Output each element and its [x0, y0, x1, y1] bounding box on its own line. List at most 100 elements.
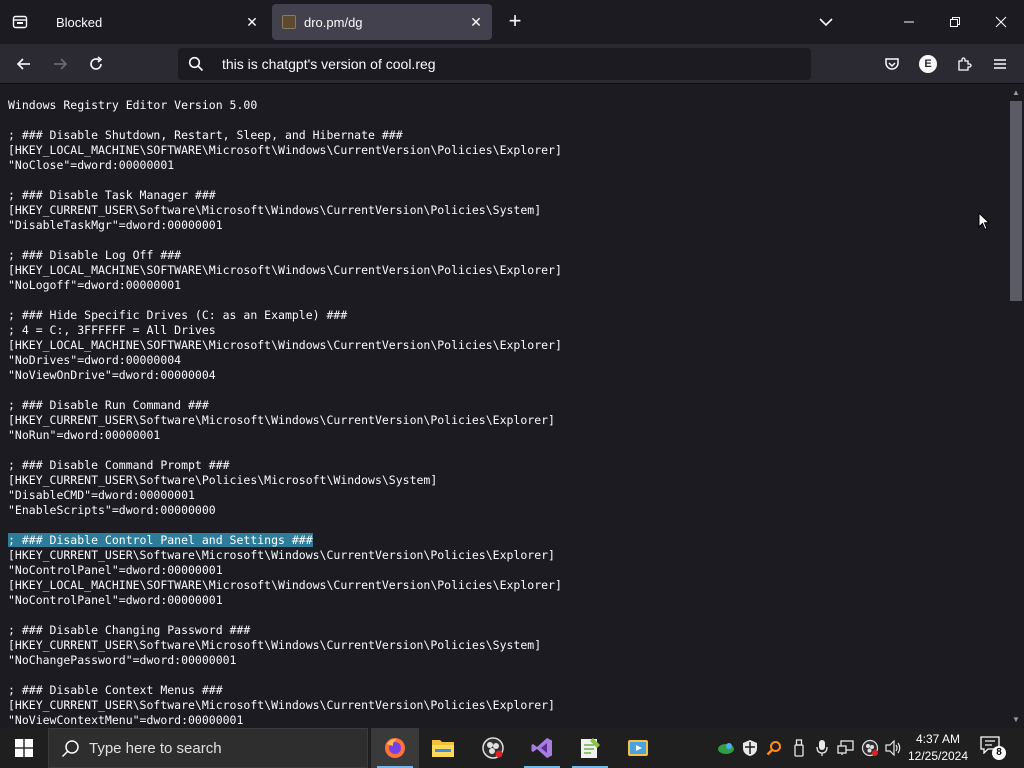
notepad-plus-icon	[581, 738, 600, 758]
line-text: "NoRun"=dword:00000001	[8, 428, 161, 442]
line-text: [HKEY_LOCAL_MACHINE\SOFTWARE\Microsoft\W…	[8, 143, 562, 157]
line-text: [HKEY_CURRENT_USER\Software\Microsoft\Wi…	[8, 203, 542, 217]
clock-date: 12/25/2024	[907, 749, 969, 763]
line-text: "DisableTaskMgr"=dword:00000001	[8, 218, 223, 232]
line-text: "EnableScripts"=dword:00000000	[8, 503, 216, 517]
mouse-pointer-icon	[978, 211, 991, 236]
taskbar-app-obs[interactable]	[469, 728, 517, 768]
document-line: "NoClose"=dword:00000001	[8, 158, 562, 173]
taskbar-app-firefox[interactable]	[371, 728, 419, 768]
document-line: [HKEY_LOCAL_MACHINE\SOFTWARE\Microsoft\W…	[8, 578, 562, 593]
document-line: "NoViewContextMenu"=dword:00000001	[8, 713, 562, 728]
url-text[interactable]: this is chatgpt's version of cool.reg	[222, 56, 436, 72]
usb-device-icon[interactable]	[790, 738, 808, 758]
line-text: "NoDrives"=dword:00000004	[8, 353, 182, 367]
line-text: [HKEY_CURRENT_USER\Software\Microsoft\Wi…	[8, 638, 542, 652]
document-line: "DisableCMD"=dword:00000001	[8, 488, 562, 503]
firefox-view-icon	[12, 15, 28, 29]
document-line: ; ### Disable Changing Password ###	[8, 623, 562, 638]
line-text: ; ### Disable Task Manager ###	[8, 188, 216, 202]
document-line: "NoLogoff"=dword:00000001	[8, 278, 562, 293]
reload-icon	[90, 56, 103, 70]
document-line: ; ### Hide Specific Drives (C: as an Exa…	[8, 308, 562, 323]
volume-icon[interactable]	[885, 738, 903, 758]
line-text: "NoControlPanel"=dword:00000001	[8, 563, 223, 577]
windows-taskbar: Type here to search 4:37 AM 12/25/2024 8	[0, 728, 1024, 768]
firefox-view-button[interactable]	[6, 8, 34, 36]
document-line: "NoRun"=dword:00000001	[8, 428, 562, 443]
scroll-down-arrow-icon[interactable]: ▼	[1012, 716, 1020, 724]
search-placeholder: Type here to search	[89, 740, 222, 757]
document-line: ; ### Disable Run Command ###	[8, 398, 562, 413]
reload-button[interactable]	[82, 52, 110, 76]
forward-button[interactable]	[46, 52, 74, 76]
network-sync-icon[interactable]	[717, 738, 735, 758]
line-text: ; ### Disable Run Command ###	[8, 398, 209, 412]
taskbar-app-file-explorer[interactable]	[419, 728, 467, 768]
line-text: Windows Registry Editor Version 5.00	[8, 98, 258, 112]
extensions-button[interactable]	[950, 52, 978, 76]
start-button[interactable]	[0, 728, 48, 768]
restore-button[interactable]	[940, 8, 970, 36]
document-line: [HKEY_CURRENT_USER\Software\Policies\Mic…	[8, 473, 562, 488]
scroll-up-arrow-icon[interactable]: ▲	[1012, 89, 1020, 97]
document-line: [HKEY_CURRENT_USER\Software\Microsoft\Wi…	[8, 698, 562, 713]
taskbar-app-visual-studio[interactable]	[518, 728, 566, 768]
document-line: "NoControlPanel"=dword:00000001	[8, 563, 562, 578]
line-text: "NoClose"=dword:00000001	[8, 158, 175, 172]
restore-icon	[950, 17, 960, 27]
document-line: ; ### Disable Context Menus ###	[8, 683, 562, 698]
taskbar-app-media-player[interactable]	[614, 728, 662, 768]
tab-blocked[interactable]: Blocked ✕	[42, 4, 268, 40]
document-line: ; 4 = C:, 3FFFFFF = All Drives	[8, 323, 562, 338]
pocket-button[interactable]	[878, 52, 906, 76]
back-button[interactable]	[10, 52, 38, 76]
taskbar-clock[interactable]: 4:37 AM 12/25/2024	[906, 731, 970, 765]
minimize-button[interactable]	[894, 8, 924, 36]
document-line: [HKEY_LOCAL_MACHINE\SOFTWARE\Microsoft\W…	[8, 338, 562, 353]
account-avatar[interactable]: E	[919, 55, 937, 73]
document-line: Windows Registry Editor Version 5.00	[8, 98, 562, 113]
tab-close-button[interactable]: ✕	[468, 14, 484, 30]
tab-dro-pm[interactable]: dro.pm/dg ✕	[272, 4, 492, 40]
site-favicon-icon	[282, 15, 296, 29]
document-line: "EnableScripts"=dword:00000000	[8, 503, 562, 518]
new-tab-button[interactable]: +	[503, 10, 527, 34]
url-bar[interactable]: this is chatgpt's version of cool.reg	[178, 48, 811, 80]
obs-tray-icon[interactable]	[861, 738, 879, 758]
notifications-button[interactable]: 8	[980, 736, 1006, 760]
line-text: [HKEY_CURRENT_USER\Software\Microsoft\Wi…	[8, 413, 555, 427]
list-all-tabs-button[interactable]	[814, 12, 838, 32]
taskbar-app-notepad-plus[interactable]	[566, 728, 614, 768]
network-wired-icon[interactable]	[837, 738, 855, 758]
tab-close-button[interactable]: ✕	[244, 14, 260, 30]
taskbar-search-box[interactable]: Type here to search	[48, 728, 368, 768]
document-line: [HKEY_LOCAL_MACHINE\SOFTWARE\Microsoft\W…	[8, 143, 562, 158]
line-text: ; ### Disable Changing Password ###	[8, 623, 251, 637]
document-line: "NoChangePassword"=dword:00000001	[8, 653, 562, 668]
line-text: "NoLogoff"=dword:00000001	[8, 278, 182, 292]
arrow-left-icon	[16, 58, 30, 70]
vertical-scrollbar[interactable]: ▲ ▼	[1008, 85, 1024, 728]
line-text: [HKEY_LOCAL_MACHINE\SOFTWARE\Microsoft\W…	[8, 578, 562, 592]
scrollbar-thumb[interactable]	[1010, 101, 1022, 301]
app-menu-button[interactable]	[986, 52, 1014, 76]
line-text: ; ### Disable Command Prompt ###	[8, 458, 230, 472]
microphone-icon[interactable]	[813, 738, 831, 758]
line-text: [HKEY_CURRENT_USER\Software\Microsoft\Wi…	[8, 698, 555, 712]
defender-shield-icon[interactable]	[741, 738, 759, 758]
line-text: [HKEY_CURRENT_USER\Software\Microsoft\Wi…	[8, 548, 555, 562]
tab-title: dro.pm/dg	[304, 15, 363, 30]
page-content[interactable]: Windows Registry Editor Version 5.00 ; ##…	[0, 85, 1008, 728]
document-line: ; ### Disable Command Prompt ###	[8, 458, 562, 473]
search-tool-icon[interactable]	[765, 738, 783, 758]
close-window-button[interactable]	[986, 8, 1016, 36]
line-text: ; ### Disable Context Menus ###	[8, 683, 223, 697]
